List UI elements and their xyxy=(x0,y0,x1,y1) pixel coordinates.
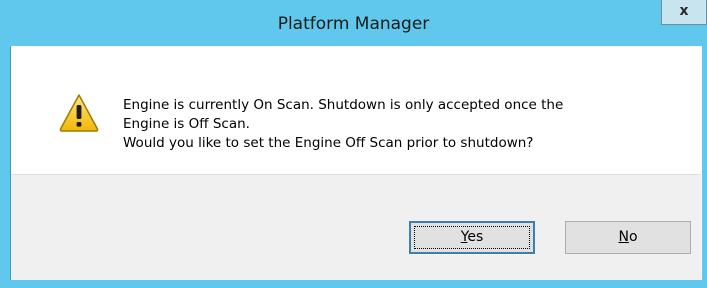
message-dialog: Platform Manager x Engine is currently O… xyxy=(0,0,707,288)
no-label-rest: o xyxy=(628,229,638,245)
window-title: Platform Manager xyxy=(277,14,430,34)
yes-label-rest: es xyxy=(467,229,484,245)
close-button[interactable]: x xyxy=(661,0,707,25)
yes-button[interactable]: Yes xyxy=(409,221,535,254)
close-icon: x xyxy=(679,3,689,19)
message-area: Engine is currently On Scan. Shutdown is… xyxy=(11,46,701,174)
title-bar[interactable]: Platform Manager x xyxy=(0,0,707,46)
no-mnemonic: N xyxy=(618,229,629,245)
button-bar: Yes No xyxy=(11,174,701,280)
message-line: Engine is Off Scan. xyxy=(123,116,250,132)
yes-button-label: Yes xyxy=(461,229,484,245)
dialog-message: Engine is currently On Scan. Shutdown is… xyxy=(123,96,683,153)
dialog-client-area: Engine is currently On Scan. Shutdown is… xyxy=(10,46,702,280)
warning-icon xyxy=(59,94,99,132)
no-button-label: No xyxy=(618,229,637,245)
message-line: Engine is currently On Scan. Shutdown is… xyxy=(123,97,564,113)
message-line: Would you like to set the Engine Off Sca… xyxy=(123,135,534,151)
no-button[interactable]: No xyxy=(565,221,691,254)
